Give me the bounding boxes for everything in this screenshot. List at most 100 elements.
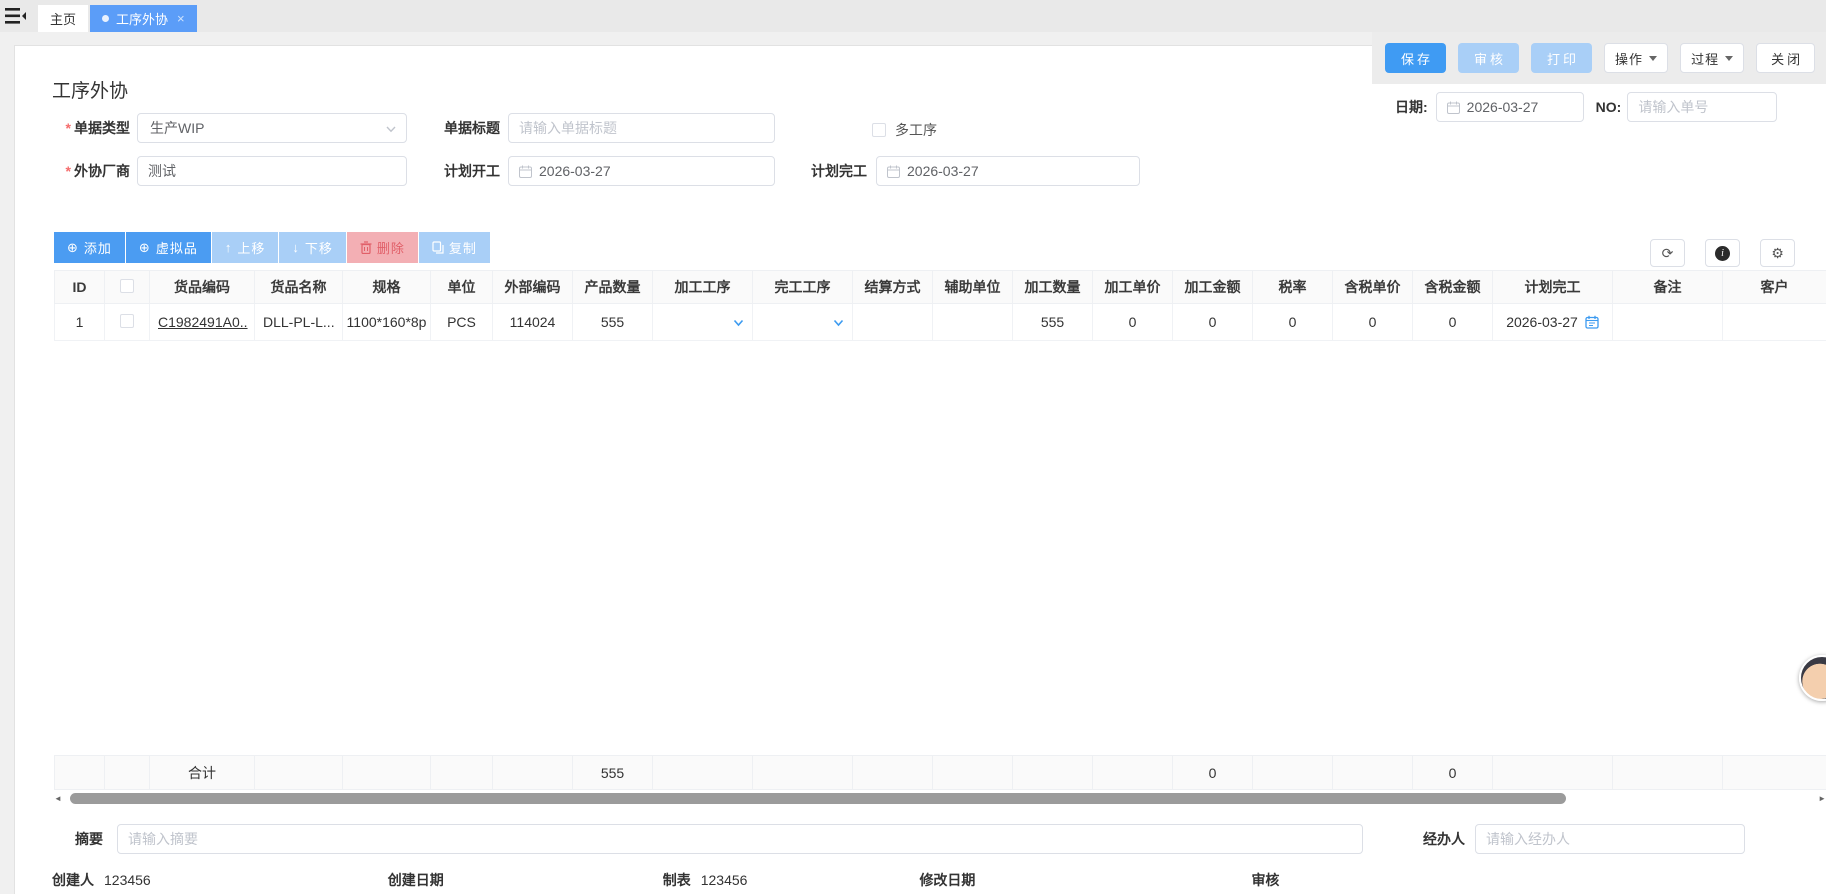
info-button[interactable]: i: [1705, 239, 1740, 267]
item-code-link[interactable]: C1982491A0..: [158, 314, 248, 330]
cell-tax-price[interactable]: 0: [1333, 304, 1413, 341]
calendar-icon: [1447, 101, 1460, 114]
multi-process-checkbox-row[interactable]: 多工序: [872, 120, 937, 140]
print-button[interactable]: 打印: [1531, 43, 1592, 73]
virtual-item-button[interactable]: ⊕ 虚拟品: [126, 232, 211, 263]
cell-remark[interactable]: [1613, 304, 1723, 341]
creator-label: 创建人: [52, 870, 94, 890]
scrollbar-thumb[interactable]: [70, 793, 1566, 804]
table-tool-buttons: ⟳ i ⚙: [1650, 239, 1795, 267]
cell-tax-amount[interactable]: 0: [1413, 304, 1493, 341]
totals-product-qty: 555: [573, 756, 653, 790]
delete-row-button[interactable]: 删除: [347, 232, 418, 263]
move-down-button[interactable]: ↓ 下移: [279, 232, 346, 263]
cell-unit-price[interactable]: 0: [1093, 304, 1173, 341]
multi-process-checkbox[interactable]: [872, 123, 886, 137]
refresh-button[interactable]: ⟳: [1650, 239, 1685, 267]
summary-input[interactable]: [117, 824, 1363, 854]
scroll-left-arrow-icon[interactable]: ◄: [54, 794, 62, 803]
copy-row-button[interactable]: 复制: [419, 232, 490, 263]
horizontal-scrollbar[interactable]: ◄ ►: [54, 792, 1826, 805]
cell-settle-mode[interactable]: [853, 304, 933, 341]
virtual-item-label: 虚拟品: [156, 238, 198, 257]
plan-start-date-input[interactable]: 2026-03-27: [508, 156, 775, 186]
operator-input[interactable]: [1475, 824, 1745, 854]
operate-dropdown-button[interactable]: 操作: [1604, 43, 1668, 73]
column-settings-button[interactable]: ⚙: [1760, 239, 1795, 267]
doc-title-input[interactable]: [508, 113, 775, 143]
detail-toolbar: ⊕ 添加 ⊕ 虚拟品 ↑ 上移 ↓ 下移 删除 复制: [54, 232, 491, 263]
col-ext-code: 外部编码: [493, 271, 573, 304]
caret-down-icon: [1725, 56, 1733, 61]
delete-row-label: 删除: [377, 238, 405, 257]
select-all-checkbox[interactable]: [120, 279, 134, 293]
save-button[interactable]: 保存: [1385, 43, 1446, 73]
cell-tax-rate[interactable]: 0: [1253, 304, 1333, 341]
doc-no-input[interactable]: [1627, 92, 1777, 122]
audit-label: 审核: [1251, 870, 1279, 890]
plan-finish-date-input[interactable]: 2026-03-27: [876, 156, 1140, 186]
calendar-icon[interactable]: [1585, 315, 1599, 329]
circle-plus-icon: ⊕: [67, 240, 79, 256]
chevron-down-icon: [832, 317, 845, 329]
cell-plan-finish[interactable]: 2026-03-27: [1493, 304, 1613, 341]
calendar-icon: [887, 165, 900, 178]
col-plan-finish: 计划完工: [1493, 271, 1613, 304]
multi-process-label: 多工序: [895, 120, 937, 140]
plan-finish-label: 计划完工: [772, 161, 867, 181]
close-button[interactable]: 关闭: [1756, 43, 1815, 73]
table-row: 1 C1982491A0.. DLL-PL-L... 1100*160*8p P…: [55, 304, 1826, 341]
doc-date-input[interactable]: 2026-03-27: [1436, 92, 1584, 122]
tab-home-label: 主页: [50, 9, 76, 28]
cell-id: 1: [55, 304, 105, 341]
col-unit-price: 加工单价: [1093, 271, 1173, 304]
audit-button[interactable]: 审核: [1458, 43, 1519, 73]
summary-label: 摘要: [75, 829, 103, 849]
cell-customer[interactable]: [1723, 304, 1826, 341]
scroll-right-arrow-icon[interactable]: ►: [1818, 794, 1826, 803]
cell-proc-qty[interactable]: 555: [1013, 304, 1093, 341]
col-item-code: 货品编码: [150, 271, 255, 304]
plan-start-value: 2026-03-27: [539, 163, 611, 179]
col-unit: 单位: [431, 271, 493, 304]
col-tax-price: 含税单价: [1333, 271, 1413, 304]
col-select: [105, 271, 150, 304]
tab-process-outsourcing[interactable]: 工序外协 ×: [90, 5, 197, 32]
action-bar: 保存 审核 打印 操作 过程 关闭: [1372, 32, 1826, 84]
move-up-label: 上移: [237, 238, 265, 257]
cell-aux-unit[interactable]: [933, 304, 1013, 341]
doc-type-value: 生产WIP: [150, 118, 204, 138]
arrow-down-icon: ↓: [292, 240, 300, 255]
doc-number-row: 日期: 2026-03-27 NO:: [1372, 92, 1826, 122]
totals-amount: 0: [1173, 756, 1253, 790]
gear-icon: ⚙: [1771, 245, 1784, 262]
tab-active-label: 工序外协: [116, 9, 168, 28]
tab-dot-icon: [102, 15, 109, 22]
process-dropdown-button[interactable]: 过程: [1680, 43, 1744, 73]
plan-start-label: 计划开工: [400, 161, 500, 181]
cell-finish-process-select[interactable]: [753, 304, 853, 341]
tab-close-icon[interactable]: ×: [177, 11, 185, 26]
col-amount: 加工金额: [1173, 271, 1253, 304]
col-product-qty: 产品数量: [573, 271, 653, 304]
vendor-label: 外协厂商: [74, 163, 130, 179]
operator-field: 经办人: [1423, 824, 1745, 854]
doc-type-select[interactable]: 生产WIP: [137, 113, 407, 143]
col-tax-amount: 含税金额: [1413, 271, 1493, 304]
move-up-button[interactable]: ↑ 上移: [212, 232, 279, 263]
add-row-button[interactable]: ⊕ 添加: [54, 232, 125, 263]
cell-item-code: C1982491A0..: [150, 304, 255, 341]
cell-process-select[interactable]: [653, 304, 753, 341]
info-icon: i: [1715, 246, 1730, 261]
cell-amount[interactable]: 0: [1173, 304, 1253, 341]
col-remark: 备注: [1613, 271, 1723, 304]
row-checkbox[interactable]: [120, 314, 134, 328]
cell-select: [105, 304, 150, 341]
field-doc-title: 单据标题: [400, 113, 775, 143]
sidebar-toggle-icon[interactable]: [5, 7, 27, 25]
vendor-input[interactable]: [137, 156, 407, 186]
create-date-label: 创建日期: [388, 870, 444, 890]
copy-row-label: 复制: [449, 238, 477, 257]
operator-label: 经办人: [1423, 829, 1465, 849]
tab-home[interactable]: 主页: [38, 5, 88, 32]
